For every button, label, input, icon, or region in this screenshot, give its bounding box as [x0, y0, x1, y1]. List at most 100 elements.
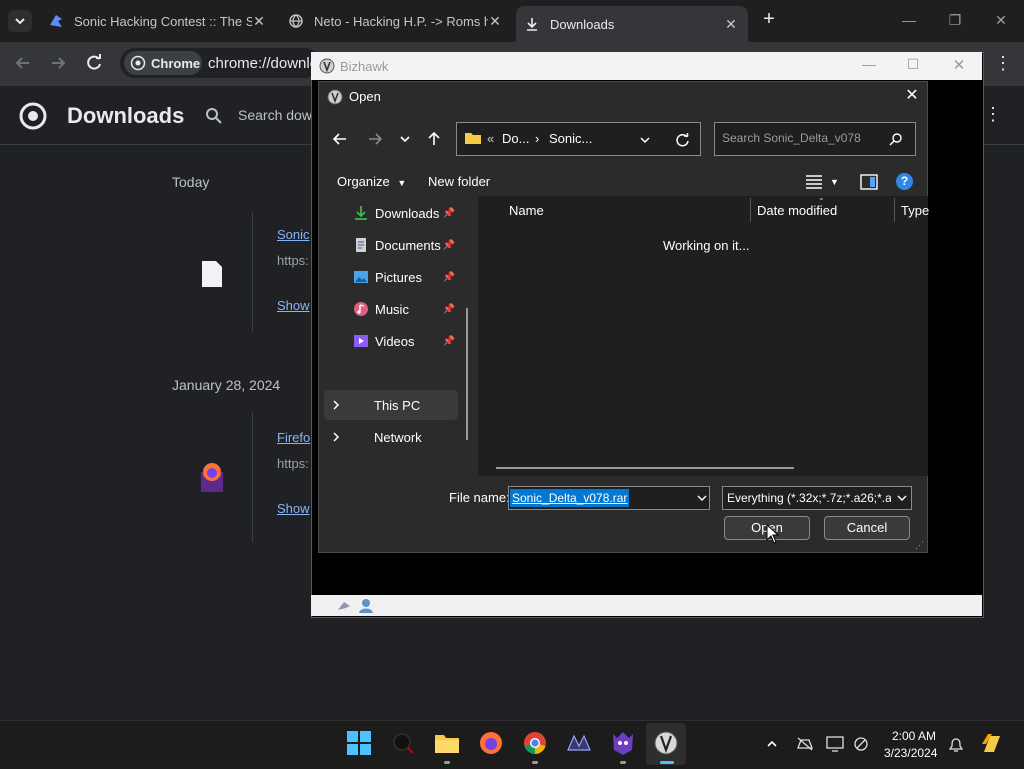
breadcrumb-segment[interactable]: Do...: [502, 131, 529, 146]
nav-item-this-pc[interactable]: This PC: [324, 390, 458, 420]
tab-title: Sonic Hacking Contest :: The Sh: [74, 13, 252, 29]
file-type-value: Everything (*.32x;*.7z;*.a26;*.a78: [727, 491, 891, 505]
close-icon[interactable]: ✕: [724, 17, 738, 31]
download-link[interactable]: Sonic: [277, 227, 310, 242]
file-explorer-icon[interactable]: [434, 730, 460, 756]
tab-downloads[interactable]: Downloads ✕: [516, 6, 748, 42]
bizhawk-statusbar: [311, 595, 982, 616]
column-header-name[interactable]: Name: [509, 203, 544, 218]
restore-window-button[interactable]: ❐: [944, 10, 966, 30]
sort-caret-icon: ⌄: [818, 193, 825, 202]
pin-icon: 📌: [442, 239, 455, 251]
windows-taskbar: [0, 720, 1024, 769]
firefox-icon[interactable]: [478, 730, 504, 756]
back-button[interactable]: [12, 52, 34, 74]
column-divider[interactable]: [750, 198, 751, 222]
start-windows-icon[interactable]: [346, 730, 372, 756]
show-in-folder-link[interactable]: Show: [277, 501, 310, 516]
download-url: https:: [277, 456, 309, 471]
close-icon[interactable]: ✕: [488, 14, 502, 28]
column-divider[interactable]: [894, 198, 895, 222]
chevron-down-icon[interactable]: [398, 132, 412, 146]
chevron-right-icon: [333, 400, 340, 410]
chrome-menu-button[interactable]: ⋮: [994, 52, 1012, 74]
tab-title: Neto - Hacking H.P. -> Roms ha: [314, 13, 488, 29]
chrome-icon: [130, 55, 146, 71]
copilot-icon[interactable]: [980, 732, 1004, 756]
caret-down-icon[interactable]: ▼: [830, 177, 839, 187]
help-icon[interactable]: ?: [896, 173, 913, 190]
download-link[interactable]: Firefo: [277, 430, 310, 445]
display-icon[interactable]: [826, 736, 844, 752]
bizhawk-close-button[interactable]: ✕: [950, 56, 968, 74]
nav-item-music[interactable]: Music 📌: [324, 294, 458, 324]
organize-menu[interactable]: Organize ▼: [337, 174, 406, 189]
drive-icon[interactable]: [796, 736, 814, 752]
tab-neto-hacking[interactable]: Neto - Hacking H.P. -> Roms ha ✕: [280, 6, 512, 36]
reload-button[interactable]: [83, 52, 105, 74]
clock-date[interactable]: 3/23/2024: [884, 746, 937, 760]
minimize-window-button[interactable]: —: [898, 10, 920, 30]
breadcrumb-overflow[interactable]: «: [487, 131, 494, 146]
show-in-folder-link[interactable]: Show: [277, 298, 310, 313]
nav-item-videos[interactable]: Videos 📌: [324, 326, 458, 356]
close-window-button[interactable]: ✕: [990, 10, 1012, 30]
new-tab-button[interactable]: +: [758, 8, 780, 32]
horizontal-scrollbar[interactable]: [496, 467, 794, 469]
chrome-taskbar-icon[interactable]: [522, 730, 548, 756]
game-app-icon[interactable]: [610, 730, 636, 756]
section-date: January 28, 2024: [172, 377, 281, 393]
taskbar-search-icon[interactable]: [390, 730, 416, 756]
tab-search-button[interactable]: [8, 10, 32, 32]
cancel-button[interactable]: Cancel: [824, 516, 910, 540]
chevron-up-icon[interactable]: [765, 737, 779, 751]
chevron-down-icon[interactable]: [638, 133, 652, 147]
nav-pane-scrollbar[interactable]: [466, 308, 468, 440]
preview-pane-icon[interactable]: [860, 174, 878, 190]
arrow-up-icon[interactable]: [425, 130, 443, 148]
folder-icon: [465, 133, 481, 144]
pictures-icon: [354, 271, 368, 283]
documents-icon: [356, 238, 366, 252]
forward-button[interactable]: [47, 52, 69, 74]
arrow-right-icon[interactable]: [366, 130, 384, 148]
download-icon: [355, 206, 367, 220]
bizhawk-minimize-button[interactable]: —: [860, 56, 878, 74]
nav-item-network[interactable]: Network: [324, 422, 458, 452]
bizhawk-maximize-button[interactable]: ☐: [904, 56, 922, 74]
dialog-close-button[interactable]: ✕: [902, 86, 922, 106]
page-title: Downloads: [67, 103, 185, 128]
file-type-select[interactable]: Everything (*.32x;*.7z;*.a26;*.a78: [722, 486, 912, 510]
nav-label: Documents: [375, 237, 441, 253]
chrome-chip[interactable]: Chrome: [124, 51, 202, 75]
clock-time[interactable]: 2:00 AM: [892, 729, 936, 743]
view-options-icon[interactable]: [805, 174, 823, 190]
chrome-logo-icon: [19, 102, 47, 130]
file-name-value: Sonic_Delta_v078.rar: [510, 489, 630, 507]
chevron-down-icon[interactable]: [696, 492, 708, 504]
dialog-title: Open: [349, 89, 381, 104]
arrow-left-icon[interactable]: [331, 130, 349, 148]
new-folder-button[interactable]: New folder: [428, 174, 490, 189]
app-icon[interactable]: [566, 730, 592, 756]
resize-grip-icon[interactable]: ⋰: [915, 540, 925, 550]
refresh-icon[interactable]: [674, 132, 690, 148]
running-indicator: [532, 761, 538, 764]
downloads-more-button[interactable]: ⋮: [984, 104, 1002, 126]
nav-item-pictures[interactable]: Pictures 📌: [324, 262, 458, 292]
breadcrumb-separator: ›: [535, 131, 540, 146]
nav-item-documents[interactable]: Documents 📌: [324, 230, 458, 260]
active-indicator: [660, 761, 674, 764]
chip-label: Chrome: [151, 55, 201, 71]
network-status-icon[interactable]: [852, 736, 870, 752]
tab-sonic-hacking-contest[interactable]: Sonic Hacking Contest :: The Sh ✕: [40, 6, 276, 36]
breadcrumb-segment[interactable]: Sonic...: [549, 131, 592, 146]
videos-icon: [354, 335, 368, 347]
column-header-type[interactable]: Type: [901, 203, 929, 218]
downloads-search[interactable]: Search down: [195, 98, 320, 132]
chevron-right-icon: [333, 432, 340, 442]
notification-bell-icon[interactable]: [948, 737, 964, 753]
column-header-date-modified[interactable]: Date modified: [757, 203, 837, 218]
close-icon[interactable]: ✕: [252, 14, 266, 28]
nav-item-downloads[interactable]: Downloads 📌: [324, 198, 458, 228]
